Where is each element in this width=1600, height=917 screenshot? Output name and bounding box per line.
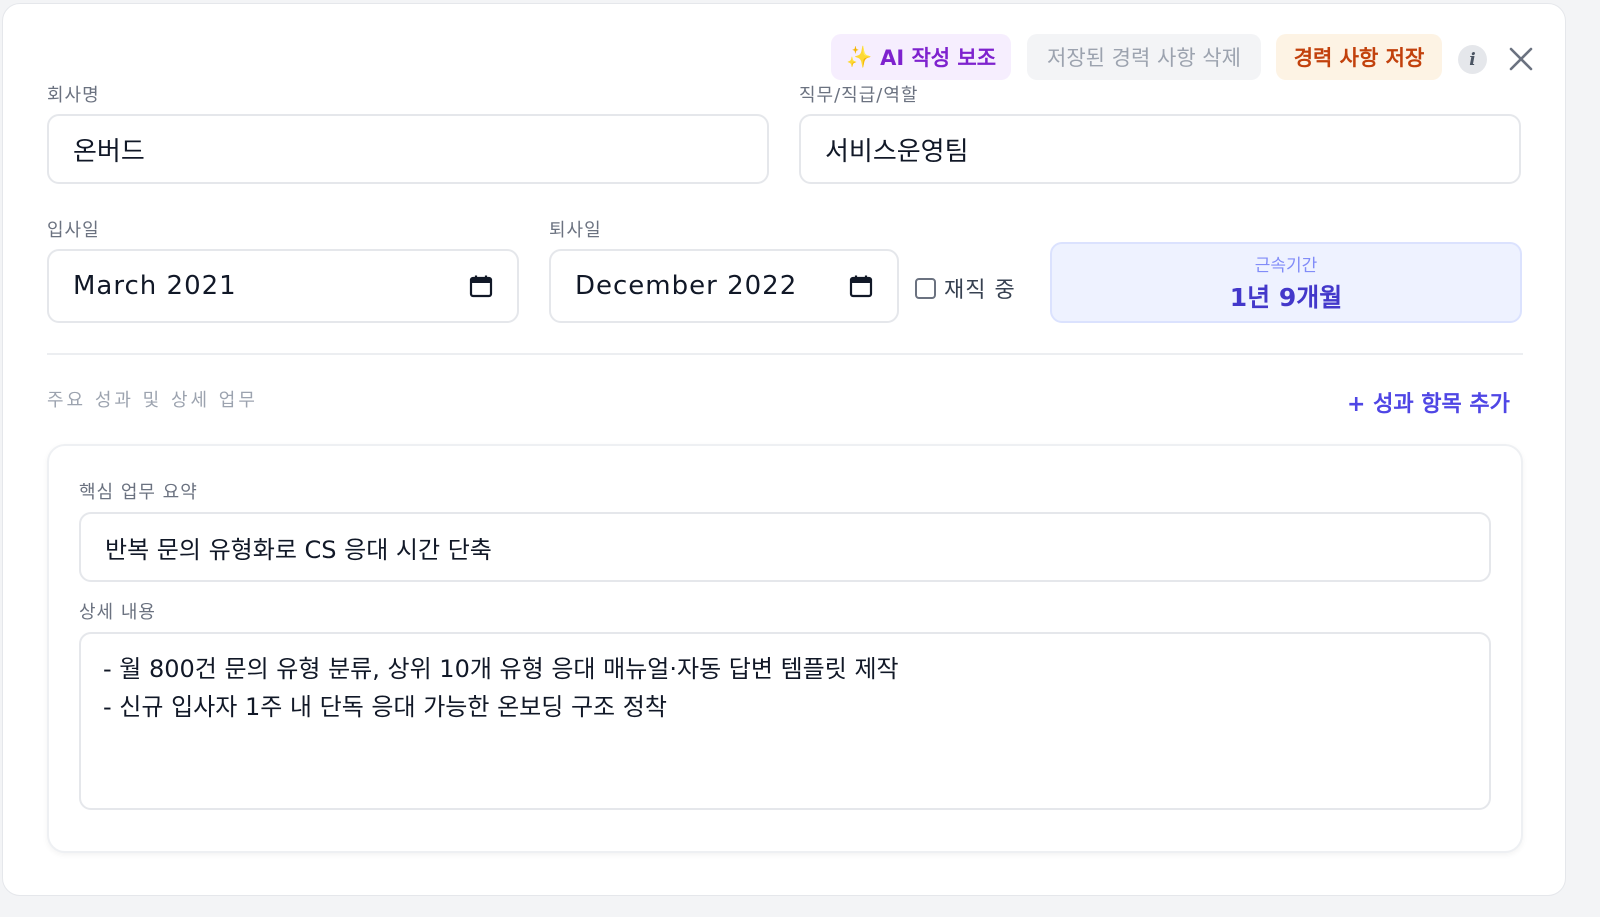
add-achievement-button[interactable]: + 성과 항목 추가 xyxy=(1347,386,1510,418)
save-career-button[interactable]: 경력 사항 저장 xyxy=(1276,34,1442,80)
achievements-section-label: 주요 성과 및 상세 업무 xyxy=(47,390,258,411)
start-date-label: 입사일 xyxy=(47,220,100,241)
currently-employed-toggle[interactable]: 재직 중 xyxy=(915,272,1016,304)
currently-employed-checkbox[interactable] xyxy=(915,277,936,299)
currently-employed-label: 재직 중 xyxy=(944,278,1016,303)
close-icon[interactable] xyxy=(1506,44,1536,74)
detail-textarea[interactable]: - 월 800건 문의 유형 분류, 상위 10개 유형 응대 매뉴얼·자동 답… xyxy=(79,632,1491,810)
detail-line: - 신규 입사자 1주 내 단독 응대 가능한 온보딩 구조 정착 xyxy=(103,693,667,721)
delete-saved-career-button[interactable]: 저장된 경력 사항 삭제 xyxy=(1027,34,1261,80)
tenure-value: 1년 9개월 xyxy=(1229,283,1343,312)
ai-assist-label: AI 작성 보조 xyxy=(880,46,997,70)
role-label: 직무/직급/역할 xyxy=(799,85,919,106)
role-value: 서비스운영팀 xyxy=(825,136,969,167)
end-date-value: December 2022 xyxy=(575,271,798,301)
sparkles-icon: ✨ xyxy=(845,44,873,69)
calendar-icon[interactable] xyxy=(469,274,493,298)
start-date-input[interactable]: March 2021 xyxy=(47,249,519,323)
role-input[interactable]: 서비스운영팀 xyxy=(799,114,1521,184)
end-date-input[interactable]: December 2022 xyxy=(549,249,899,323)
start-date-value: March 2021 xyxy=(73,271,237,301)
company-value: 온버드 xyxy=(73,136,145,167)
tenure-display: 근속기간 1년 9개월 xyxy=(1050,242,1522,323)
section-divider xyxy=(47,353,1523,355)
detail-line: - 월 800건 문의 유형 분류, 상위 10개 유형 응대 매뉴얼·자동 답… xyxy=(103,655,899,683)
summary-input[interactable]: 반복 문의 유형화로 CS 응대 시간 단축 xyxy=(79,512,1491,582)
career-editor-card: ✨ AI 작성 보조 저장된 경력 사항 삭제 경력 사항 저장 i 회사명 온… xyxy=(2,3,1566,896)
tenure-label: 근속기간 xyxy=(1254,256,1318,276)
company-input[interactable]: 온버드 xyxy=(47,114,769,184)
summary-label: 핵심 업무 요약 xyxy=(79,482,198,503)
summary-value: 반복 문의 유형화로 CS 응대 시간 단축 xyxy=(105,535,492,564)
end-date-label: 퇴사일 xyxy=(549,220,602,241)
calendar-icon[interactable] xyxy=(849,274,873,298)
detail-label: 상세 내용 xyxy=(79,602,156,623)
company-label: 회사명 xyxy=(47,85,100,106)
ai-assist-button[interactable]: ✨ AI 작성 보조 xyxy=(831,34,1011,80)
info-icon[interactable]: i xyxy=(1458,45,1487,74)
achievement-item: 핵심 업무 요약 반복 문의 유형화로 CS 응대 시간 단축 상세 내용 - … xyxy=(47,444,1523,853)
